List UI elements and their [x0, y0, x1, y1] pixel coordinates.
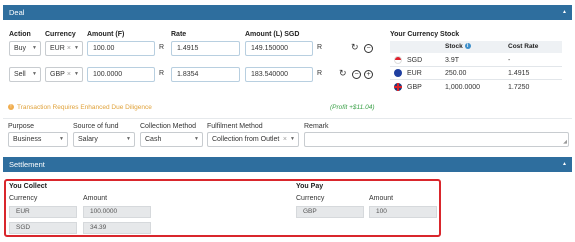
currency-value: EUR	[50, 45, 65, 52]
clear-icon[interactable]: ×	[67, 42, 71, 55]
stock-code: EUR	[407, 70, 422, 77]
source-of-fund-select[interactable]: Salary ▼	[73, 132, 135, 147]
collect-amount-field: 34.39	[83, 222, 151, 234]
collect-amount-header: Amount	[83, 195, 108, 202]
pay-amount-header: Amount	[369, 195, 394, 202]
collection-method-select[interactable]: Cash ▼	[140, 132, 203, 147]
chevron-down-icon: ▼	[32, 71, 37, 77]
amount-l-type-label: R	[317, 44, 323, 51]
collapse-caret-icon[interactable]: ▲	[562, 157, 567, 172]
chevron-down-icon: ▼	[74, 45, 79, 51]
stock-title: Your Currency Stock	[390, 31, 460, 38]
stock-code: GBP	[407, 84, 422, 91]
clear-icon[interactable]: ×	[67, 68, 71, 81]
rate-type-label: R	[159, 70, 165, 77]
currency-value: GBP	[50, 71, 65, 78]
you-collect-title: You Collect	[9, 183, 47, 190]
chevron-down-icon: ▼	[74, 71, 79, 77]
fulfilment-value: Collection from Outlet	[212, 136, 280, 143]
stock-col-header: Stock i	[445, 43, 471, 50]
amount-l-input-row1[interactable]: 149.150000	[245, 41, 313, 56]
stock-cost: 1.7250	[508, 84, 530, 91]
warning-icon: !	[8, 104, 14, 111]
chevron-down-icon: ▼	[126, 136, 131, 142]
amount-l-type-label: R	[317, 70, 323, 77]
rate-input-row1[interactable]: 1.4915	[171, 41, 240, 56]
chevron-down-icon: ▼	[32, 45, 37, 51]
col-header-amount-f: Amount (F)	[87, 31, 125, 38]
action-select-row2[interactable]: Sell ▼	[9, 67, 41, 82]
refresh-icon[interactable]: ↻	[339, 68, 347, 79]
collect-currency-field: SGD	[9, 222, 77, 234]
chevron-down-icon: ▼	[194, 136, 199, 142]
stock-amount: 250.00	[445, 70, 467, 77]
source-of-fund-label: Source of fund	[73, 123, 119, 130]
amount-f-input-row1[interactable]: 100.00	[87, 41, 155, 56]
pay-currency-field: GBP	[296, 206, 364, 218]
stock-cost: -	[508, 57, 511, 64]
source-value: Salary	[78, 136, 98, 143]
col-header-rate: Rate	[171, 31, 187, 38]
purpose-label: Purpose	[8, 123, 35, 130]
divider	[390, 79, 562, 80]
cost-col-header: Cost Rate	[508, 43, 539, 50]
stock-amount: 3.9T	[445, 57, 460, 64]
clear-icon[interactable]: ×	[283, 133, 287, 146]
fulfilment-method-label: Fulfilment Method	[207, 123, 263, 130]
currency-select-row2[interactable]: GBP × ▼	[45, 67, 83, 82]
remove-row-icon[interactable]: −	[352, 70, 361, 79]
remove-row-icon[interactable]: −	[364, 44, 373, 53]
collect-amount-field: 100.0000	[83, 206, 151, 218]
warning-text: Transaction Requires Enhanced Due Dilige…	[17, 104, 152, 111]
stock-code: SGD	[407, 57, 423, 64]
amount-l-input-row2[interactable]: 183.540000	[245, 67, 313, 82]
settlement-panel-header[interactable]: Settlement ▲	[3, 157, 572, 172]
collapse-caret-icon[interactable]: ▲	[562, 5, 567, 20]
deal-title: Deal	[9, 8, 25, 17]
deal-panel-header[interactable]: Deal ▲	[3, 5, 572, 20]
rate-input-row2[interactable]: 1.8354	[171, 67, 240, 82]
rate-type-label: R	[159, 44, 165, 51]
purpose-value: Business	[13, 136, 42, 143]
stock-col-label: Stock	[445, 43, 463, 50]
purpose-select[interactable]: Business ▼	[8, 132, 68, 147]
action-select-row1[interactable]: Buy ▼	[9, 41, 41, 56]
add-row-icon[interactable]: +	[364, 70, 373, 79]
col-header-amount-l: Amount (L) SGD	[245, 31, 300, 38]
uk-flag-icon	[394, 83, 402, 91]
singapore-flag-icon	[394, 56, 402, 64]
collection-method-label: Collection Method	[140, 123, 197, 130]
amount-f-input-row2[interactable]: 100.0000	[87, 67, 155, 82]
due-diligence-warning: ! Transaction Requires Enhanced Due Dilig…	[8, 104, 152, 111]
resize-grip-icon[interactable]: ◢	[563, 139, 567, 145]
you-pay-title: You Pay	[296, 183, 324, 190]
remark-textarea[interactable]: ◢	[304, 132, 569, 147]
remark-label: Remark	[304, 123, 329, 130]
profit-label: (Profit +$11.04)	[330, 104, 375, 111]
chevron-down-icon: ▼	[59, 136, 64, 142]
divider	[390, 66, 562, 67]
col-header-action: Action	[9, 31, 31, 38]
refresh-icon[interactable]: ↻	[351, 42, 359, 53]
collect-currency-header: Currency	[9, 195, 38, 202]
stock-cost: 1.4915	[508, 70, 530, 77]
chevron-down-icon: ▼	[290, 136, 295, 142]
pay-currency-header: Currency	[296, 195, 325, 202]
settlement-title: Settlement	[9, 160, 45, 169]
action-value: Buy	[14, 45, 27, 52]
pay-amount-field: 100	[369, 206, 437, 218]
action-value: Sell	[14, 71, 26, 78]
fulfilment-method-select[interactable]: Collection from Outlet × ▼	[207, 132, 299, 147]
col-header-currency: Currency	[45, 31, 76, 38]
currency-select-row1[interactable]: EUR × ▼	[45, 41, 83, 56]
stock-amount: 1,000.0000	[445, 84, 481, 91]
collection-value: Cash	[145, 136, 162, 143]
eu-flag-icon	[394, 69, 402, 77]
info-icon[interactable]: i	[464, 43, 471, 50]
collect-currency-field: EUR	[9, 206, 77, 218]
